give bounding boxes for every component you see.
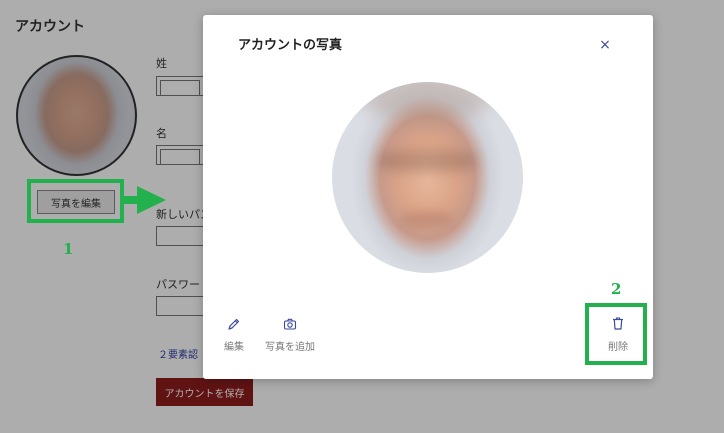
profile-photo <box>332 82 523 273</box>
photo-blur-hair <box>362 82 492 122</box>
callout-number-2: 2 <box>611 280 622 298</box>
pencil-icon <box>228 318 240 330</box>
close-icon[interactable]: × <box>597 37 613 53</box>
edit-photo-action[interactable]: 編集 <box>224 317 244 353</box>
callout-number-1: 1 <box>63 240 74 258</box>
photo-blur-eyes <box>377 150 477 172</box>
arrow-right-icon <box>124 186 166 214</box>
callout-box-2 <box>585 303 647 365</box>
modal-title: アカウントの写真 <box>238 38 343 53</box>
callout-box-1 <box>27 179 124 223</box>
photo-blur-mouth <box>402 212 452 226</box>
edit-label: 編集 <box>224 342 244 353</box>
add-photo-label: 写真を追加 <box>265 342 315 353</box>
add-photo-action[interactable]: 写真を追加 <box>265 317 315 353</box>
camera-icon <box>283 318 297 330</box>
